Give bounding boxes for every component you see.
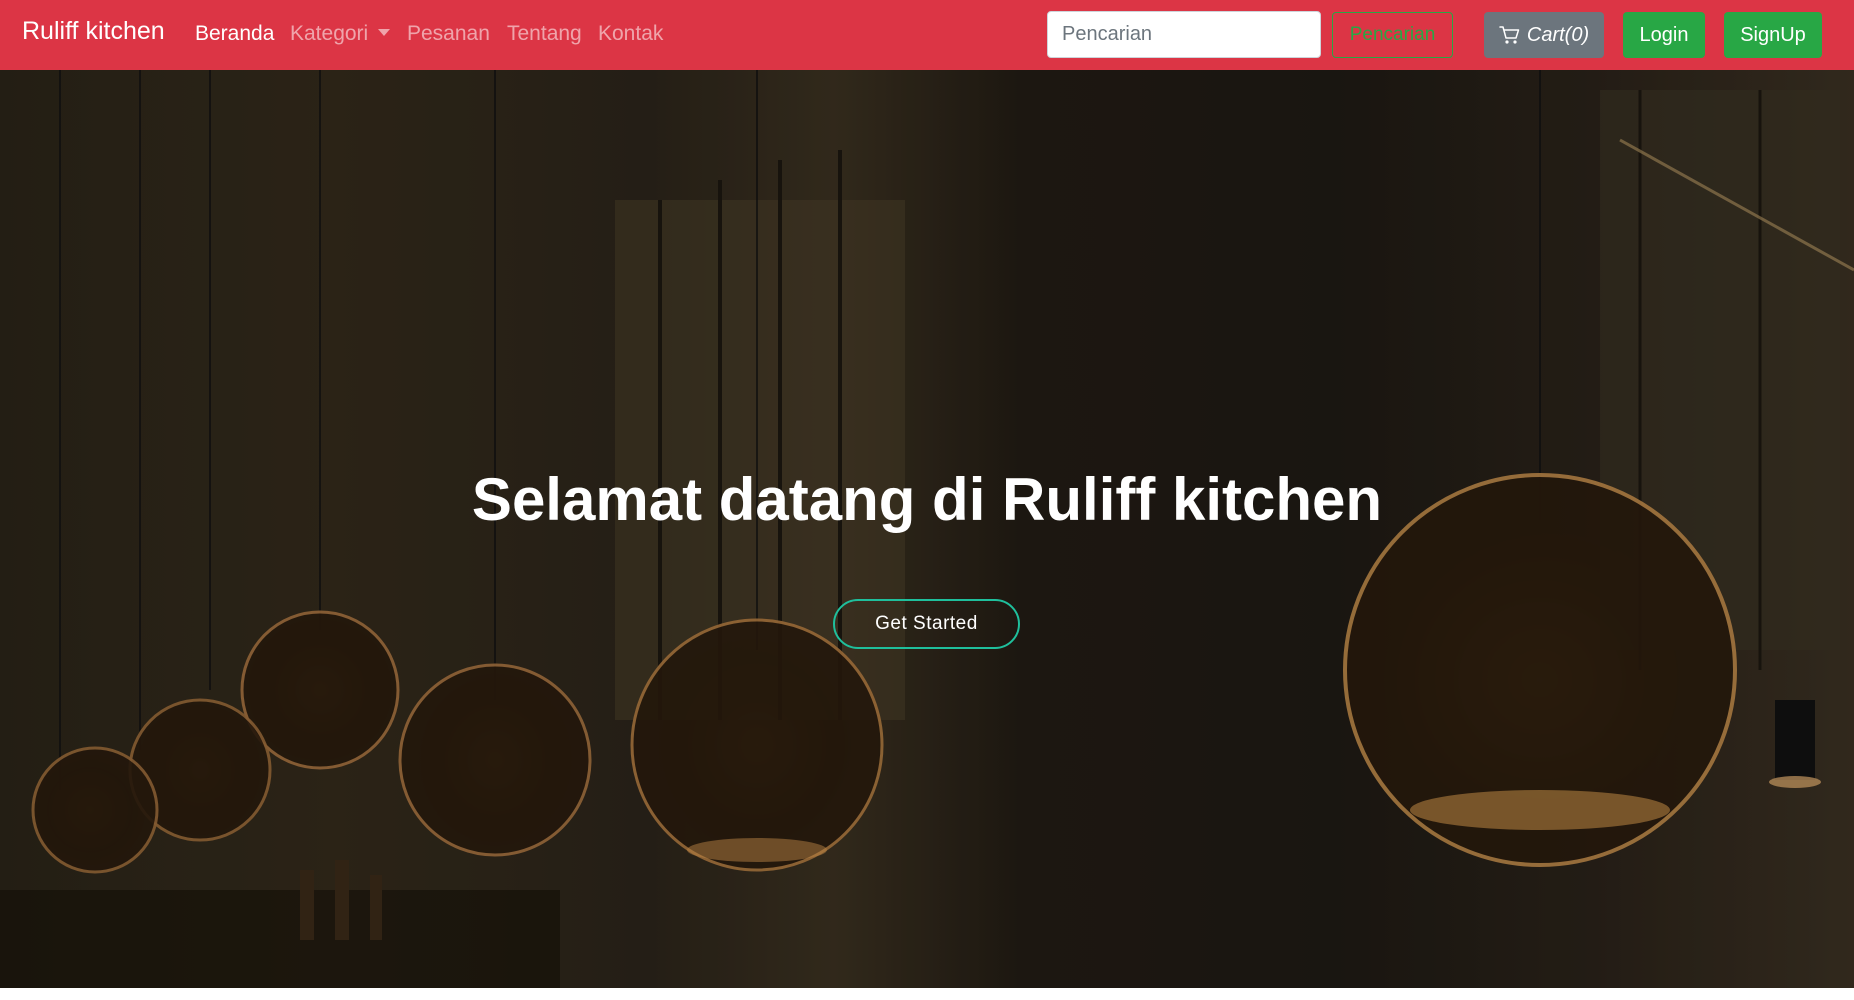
signup-button[interactable]: SignUp — [1724, 12, 1822, 58]
chevron-down-icon — [378, 28, 391, 36]
top-navbar: Ruliff kitchen Beranda Kategori Pesanan … — [0, 0, 1854, 70]
search-button[interactable]: Pencarian — [1332, 12, 1453, 58]
nav-link-beranda[interactable]: Beranda — [195, 22, 274, 46]
nav-link-kontak[interactable]: Kontak — [598, 22, 663, 46]
hero-section: Selamat datang di Ruliff kitchen Get Sta… — [0, 70, 1854, 988]
brand-logo-link[interactable]: Ruliff kitchen — [22, 17, 165, 46]
nav-link-kategori[interactable]: Kategori — [290, 22, 391, 46]
cart-button[interactable]: Cart(0) — [1484, 12, 1604, 58]
nav-link-pesanan[interactable]: Pesanan — [407, 22, 490, 46]
cart-icon — [1499, 26, 1520, 44]
nav-link-kategori-label: Kategori — [290, 22, 369, 45]
search-input[interactable] — [1047, 11, 1321, 58]
login-button[interactable]: Login — [1623, 12, 1705, 58]
cart-label: Cart(0) — [1526, 23, 1590, 46]
hero-title: Selamat datang di Ruliff kitchen — [471, 466, 1383, 533]
get-started-button[interactable]: Get Started — [833, 599, 1020, 649]
nav-link-tentang[interactable]: Tentang — [507, 22, 582, 46]
